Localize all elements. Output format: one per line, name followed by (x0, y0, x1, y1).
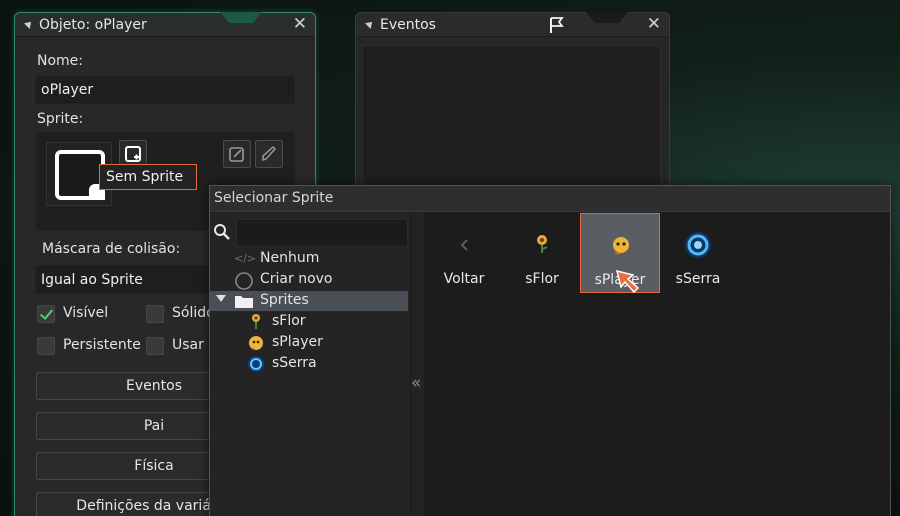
back-chevron-icon (460, 239, 468, 251)
search-row (210, 217, 410, 247)
collapse-pane-icon[interactable]: « (411, 373, 421, 393)
collision-mask-label: Máscara de colisão: (42, 241, 181, 257)
paint-sprite-button[interactable] (255, 140, 283, 168)
solid-checkbox[interactable] (146, 305, 164, 323)
tile-back[interactable]: Voltar (424, 213, 504, 293)
tree-item-label: sPlayer (272, 334, 323, 350)
sserra-sprite-icon (685, 232, 711, 258)
tree-item-label: Criar novo (260, 271, 333, 287)
expand-arrow-icon[interactable] (216, 295, 226, 302)
tree-item-label: Sprites (260, 292, 309, 308)
persistent-checkbox[interactable] (37, 337, 55, 355)
persistent-label: Persistente (63, 337, 141, 353)
tree-item-sprites-folder[interactable]: Sprites (210, 291, 408, 311)
pane-splitter[interactable]: « (410, 213, 424, 516)
object-window-titlebar[interactable]: Objeto: oPlayer ✕ (15, 12, 315, 37)
collision-mask-select[interactable]: Igual ao Sprite (35, 265, 235, 294)
name-label: Nome: (37, 53, 84, 69)
none-icon: </> (234, 252, 257, 265)
edit-sprite-button[interactable] (223, 140, 251, 168)
flag-icon[interactable] (548, 16, 566, 34)
use-physics-checkbox[interactable] (146, 337, 164, 355)
events-window-titlebar[interactable]: Eventos ✕ (356, 12, 669, 37)
brush-icon (262, 145, 277, 162)
close-icon[interactable]: ✕ (293, 14, 307, 34)
tile-label: sSerra (675, 271, 721, 287)
tree-item-sflor[interactable]: sFlor (210, 312, 408, 332)
visible-label: Visível (63, 305, 109, 321)
splayer-sprite-icon (249, 336, 263, 350)
new-circle-icon (235, 272, 253, 290)
tile-label: Voltar (443, 271, 485, 287)
tree-item-label: Nenhum (260, 250, 320, 266)
tree-item-none[interactable]: </> Nenhum (210, 249, 408, 269)
sprite-picker: Selecionar Sprite </> Nenhum Criar novo … (209, 185, 891, 516)
tree-item-sserra[interactable]: sSerra (210, 354, 408, 374)
collapse-icon[interactable] (365, 19, 375, 29)
titlebar-notch (586, 12, 628, 23)
sprite-picker-title: Selecionar Sprite (210, 186, 890, 212)
splayer-sprite-icon (613, 237, 629, 255)
name-field[interactable]: oPlayer (35, 75, 295, 104)
sprite-label: Sprite: (37, 111, 84, 127)
tree-item-create-new[interactable]: Criar novo (210, 270, 408, 290)
events-window-title: Eventos (380, 17, 436, 33)
tree-item-label: sSerra (272, 355, 317, 371)
search-icon (214, 224, 230, 240)
folder-icon (235, 296, 253, 308)
sflor-sprite-icon (537, 235, 548, 253)
tile-sflor[interactable]: sFlor (502, 213, 582, 293)
tree-item-splayer[interactable]: sPlayer (210, 333, 408, 353)
cursor-arrow-icon (615, 269, 640, 294)
close-icon[interactable]: ✕ (647, 14, 661, 34)
object-window-title: Objeto: oPlayer (39, 17, 147, 33)
sprite-grid: Voltar sFlor sPlayer (424, 213, 890, 516)
search-input[interactable] (236, 219, 408, 247)
titlebar-notch (220, 12, 262, 23)
no-sprite-icon (55, 150, 105, 200)
tree-item-label: sFlor (272, 313, 306, 329)
tile-label: sFlor (525, 271, 559, 287)
sprite-tree-pane: </> Nenhum Criar novo Sprites sFlor sPla… (210, 213, 410, 516)
tile-sserra[interactable]: sSerra (658, 213, 738, 293)
edit-icon (229, 147, 244, 162)
sprite-select-button[interactable]: Sem Sprite (99, 164, 197, 190)
visible-checkbox[interactable] (37, 305, 55, 323)
sflor-sprite-icon (252, 314, 260, 329)
sserra-sprite-icon (248, 356, 264, 372)
new-sprite-icon (125, 146, 141, 162)
collapse-icon[interactable] (24, 19, 34, 29)
